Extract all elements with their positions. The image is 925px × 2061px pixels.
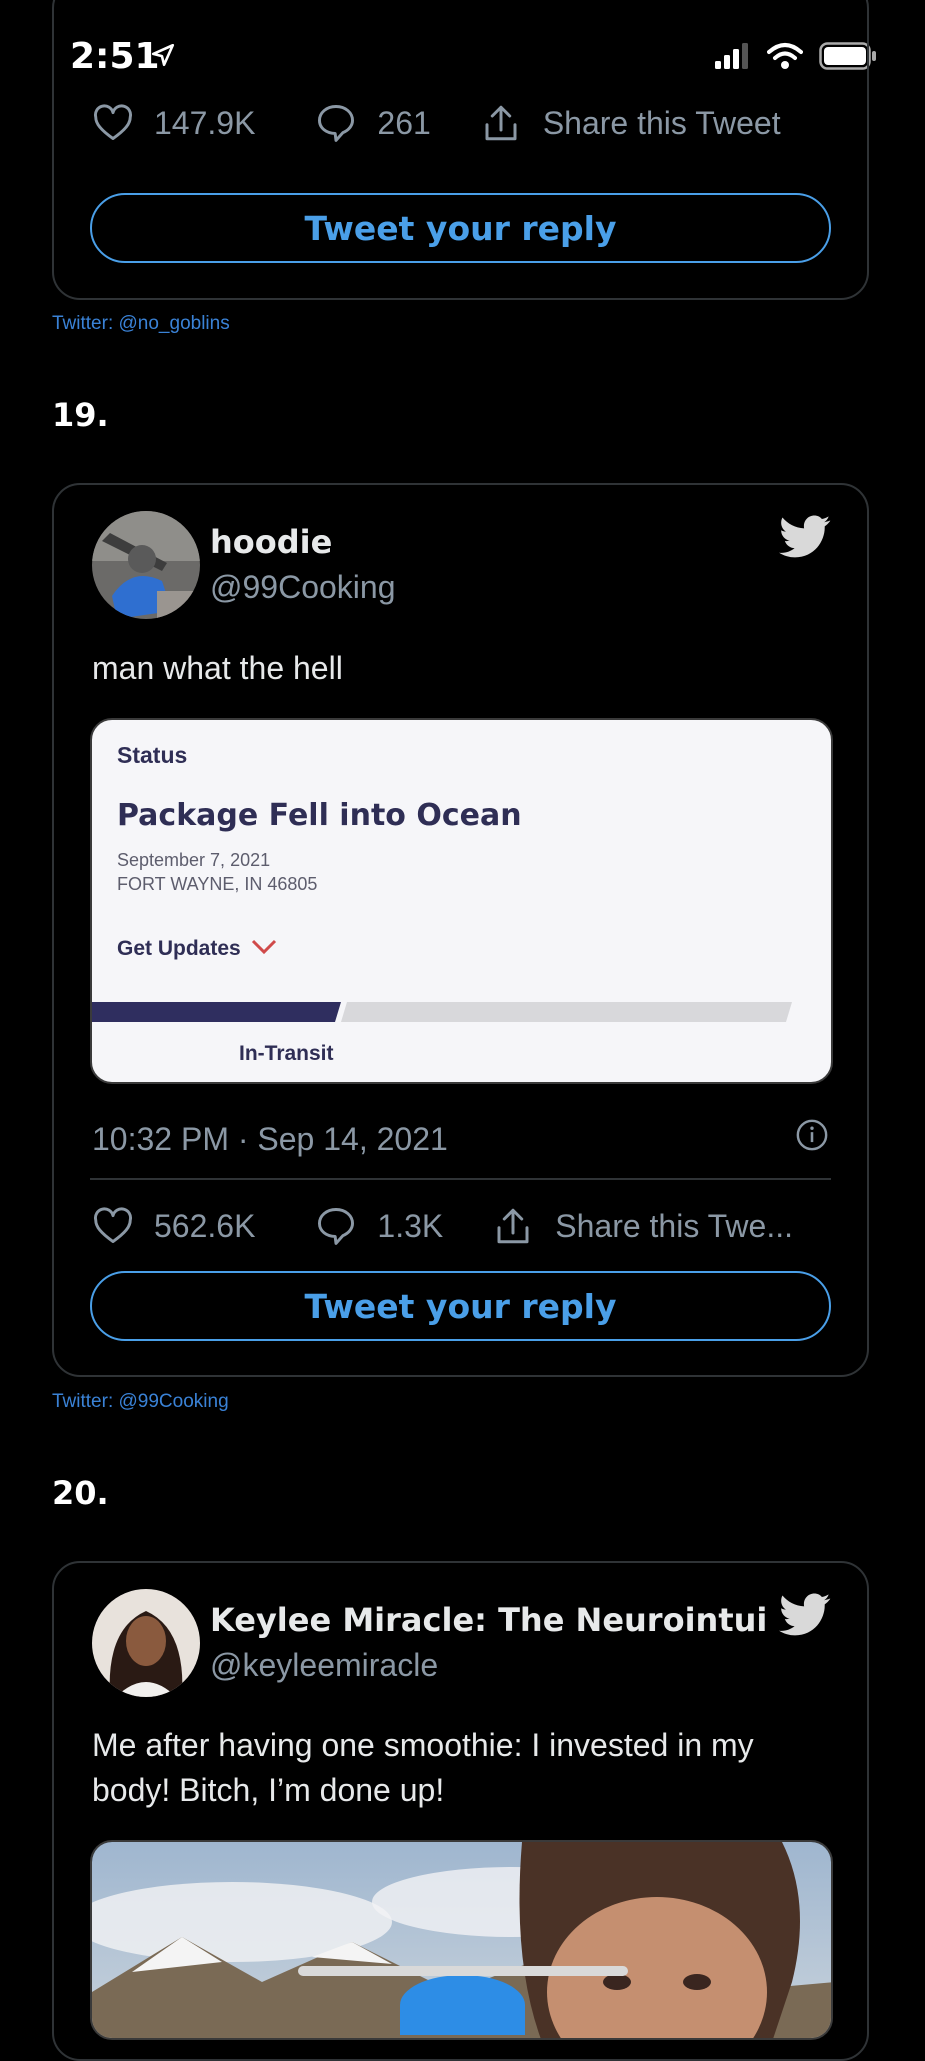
- author-handle[interactable]: @99Cooking: [210, 569, 395, 606]
- tweet-meta: 10:32 PM · Sep 14, 2021: [92, 1115, 829, 1163]
- tweet-media-image[interactable]: Status Package Fell into Ocean September…: [90, 718, 833, 1084]
- home-indicator[interactable]: [298, 1966, 628, 1976]
- share-icon: [479, 102, 523, 144]
- author-name[interactable]: hoodie: [210, 523, 737, 561]
- like-count: 562.6K: [154, 1207, 256, 1244]
- like-count: 147.9K: [154, 104, 256, 141]
- section-number: 19.: [52, 396, 109, 434]
- reply-count: 261: [377, 104, 431, 141]
- tweet-text: Me after having one smoothie: I invested…: [92, 1727, 754, 1808]
- media-location: FORT WAYNE, IN 46805: [117, 874, 318, 894]
- tweet-reply-button[interactable]: Tweet your reply: [90, 1271, 831, 1341]
- like-button[interactable]: 147.9K: [92, 104, 255, 142]
- media-updates-label: Get Updates: [117, 937, 241, 960]
- tweet-actions: 147.9K 261 Share this Tweet: [92, 102, 829, 144]
- divider: [90, 1178, 831, 1180]
- share-button[interactable]: Share this Tweet: [479, 102, 781, 144]
- tweet-timestamp[interactable]: 10:32 PM · Sep 14, 2021: [92, 1121, 448, 1158]
- media-status-label: Status: [117, 742, 188, 768]
- tweet-actions: 562.6K 1.3K Share this Twe...: [92, 1205, 829, 1247]
- media-progress-label: In-Transit: [239, 1042, 334, 1065]
- media-updates: Get Updates: [117, 937, 277, 961]
- twitter-bird-icon[interactable]: [779, 515, 831, 564]
- reply-count: 1.3K: [377, 1207, 444, 1244]
- source-link[interactable]: Twitter: @99Cooking: [52, 1391, 229, 1413]
- tweet-card: hoodie @99Cooking man what the hell Stat…: [52, 483, 869, 1377]
- comment-icon: [315, 103, 357, 143]
- like-button[interactable]: 562.6K: [92, 1207, 255, 1245]
- tweet-card: 147.9K 261 Share this Tweet Tweet your r…: [52, 0, 869, 300]
- media-progress-bar: [92, 1002, 792, 1022]
- author-handle[interactable]: @keyleemiracle: [210, 1647, 438, 1684]
- avatar[interactable]: [92, 1589, 200, 1697]
- chevron-down-icon: [251, 937, 277, 961]
- heart-icon: [92, 104, 134, 142]
- media-date: September 7, 2021: [117, 850, 271, 870]
- comment-icon: [315, 1206, 357, 1246]
- share-button[interactable]: Share this Twe...: [491, 1205, 793, 1247]
- tweet-text: man what the hell: [92, 650, 343, 686]
- heart-icon: [92, 1207, 134, 1245]
- share-label: Share this Twe...: [555, 1207, 793, 1244]
- tweet-reply-button[interactable]: Tweet your reply: [90, 193, 831, 263]
- share-label: Share this Tweet: [542, 104, 781, 141]
- share-icon: [491, 1205, 535, 1247]
- info-icon[interactable]: [795, 1118, 829, 1160]
- avatar[interactable]: [92, 511, 200, 619]
- floating-action-button[interactable]: [400, 1975, 525, 2035]
- twitter-bird-icon[interactable]: [779, 1593, 831, 1642]
- author-name[interactable]: Keylee Miracle: The Neurointuitive: [210, 1601, 767, 1639]
- media-title: Package Fell into Ocean: [117, 798, 522, 833]
- section-number: 20.: [52, 1474, 109, 1512]
- reply-count-button[interactable]: 1.3K: [315, 1206, 443, 1246]
- reply-count-button[interactable]: 261: [315, 103, 431, 143]
- source-link[interactable]: Twitter: @no_goblins: [52, 313, 230, 335]
